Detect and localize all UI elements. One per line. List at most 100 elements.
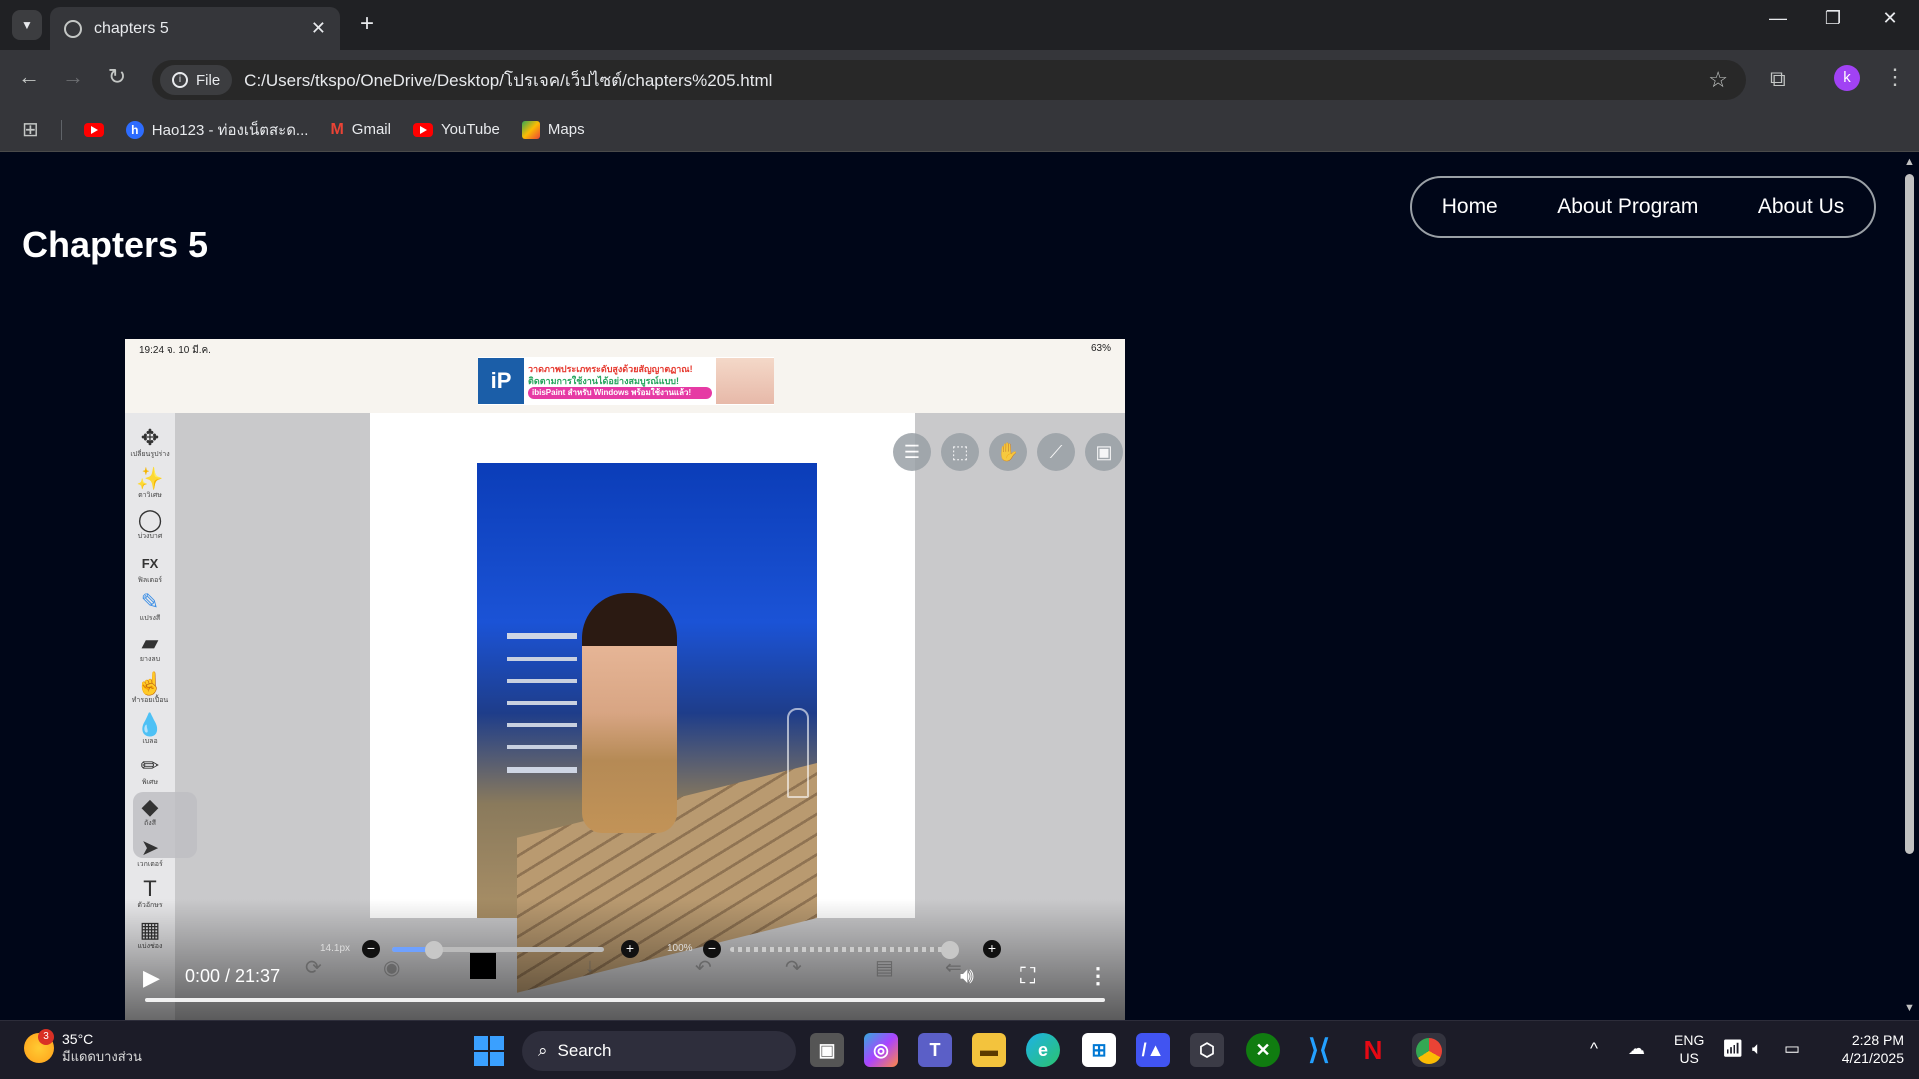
opacity-slider [730, 941, 959, 959]
language-indicator[interactable]: ENG US [1674, 1031, 1704, 1067]
youtube-icon[interactable] [83, 122, 104, 137]
file-explorer-icon[interactable]: ▬ [972, 1033, 1006, 1067]
undo-icon: ↶ [695, 957, 712, 979]
play-button[interactable]: ▶ [143, 965, 160, 991]
taskbar-search[interactable]: ⌕ Search [522, 1031, 796, 1071]
opacity-plus-icon: + [983, 940, 1001, 958]
nav-home-link[interactable]: Home [1442, 195, 1498, 219]
restore-button[interactable]: ❐ [1813, 8, 1853, 29]
bookmark-maps[interactable]: Maps [521, 120, 585, 139]
chevron-down-icon: ▼ [21, 18, 33, 32]
vscode-icon[interactable]: ⟩⟨ [1302, 1033, 1336, 1067]
volume-icon[interactable]: 🔊︎ [960, 963, 974, 989]
ad-banner: iP วาดภาพประเภทระดับสูงด้วยสัญญาตฏาณ! ติ… [478, 357, 774, 405]
clock-date: 4/21/2025 [1841, 1050, 1904, 1066]
brush-size-minus-icon: − [362, 940, 380, 958]
tool-label: เวกเตอร์ [137, 861, 163, 868]
bookmark-hao123[interactable]: h Hao123 - ท่องเน็ตสะด... [125, 118, 309, 142]
bookmark-star-icon[interactable]: ☆ [1708, 67, 1728, 93]
tool-fill: ◆ ถังสี [125, 794, 175, 832]
task-view-icon[interactable]: ▣ [810, 1033, 844, 1067]
brush-settings-icon: ⟳ [305, 957, 322, 979]
ad-character-image [716, 358, 774, 404]
copilot-icon[interactable]: ◎ [864, 1033, 898, 1067]
search-label: Search [557, 1041, 612, 1060]
netflix-icon[interactable]: N [1356, 1033, 1390, 1067]
weather-description: มีแดดบางส่วน [62, 1049, 142, 1064]
browser-menu-icon[interactable]: ⋮ [1884, 64, 1906, 90]
video-progress-bar[interactable] [145, 998, 1105, 1002]
new-tab-button[interactable]: + [352, 10, 382, 38]
tab-title: chapters 5 [94, 19, 169, 37]
store-icon[interactable]: ⊞ [1082, 1033, 1116, 1067]
bookmark-youtube[interactable]: YouTube [412, 121, 500, 138]
temperature: 35°C [62, 1031, 94, 1047]
canvas-overlay-buttons: ☰ ⬚ ✋ ⟋ ▣ [893, 433, 1123, 471]
bookmark-label: YouTube [440, 121, 500, 138]
reload-icon[interactable]: ↻ [102, 64, 132, 90]
profile-avatar[interactable]: k [1834, 65, 1860, 91]
canvas-photo [477, 463, 817, 993]
show-hidden-icons[interactable]: ^ [1590, 1039, 1598, 1059]
scrollbar-thumb[interactable] [1905, 174, 1914, 854]
onedrive-icon[interactable]: ☁ [1628, 1039, 1645, 1059]
tool-cursor: ➤ เวกเตอร์ [125, 835, 175, 873]
bookmark-gmail[interactable]: M Gmail [330, 121, 391, 139]
clock[interactable]: 2:28 PM 4/21/2025 [1824, 1031, 1904, 1067]
download-icon: ↓ [585, 955, 595, 977]
tool-label: พิเศษ [141, 779, 159, 786]
fullscreen-icon[interactable]: ⛶ [1020, 963, 1035, 989]
bookmark-label: Hao123 - ท่องเน็ตสะด... [151, 121, 309, 139]
apps-grid-icon[interactable]: ⊞ [22, 117, 39, 142]
browser-chrome: ▼ chapters 5 ✕ + — ❐ ✕ ← → ↻ i File C:/Us… [0, 0, 1919, 152]
chrome-icon[interactable] [1412, 1033, 1446, 1067]
wine-glass [787, 708, 809, 798]
extensions-icon[interactable]: ⧉ [1770, 66, 1786, 92]
app-cube-icon[interactable]: ⬡ [1190, 1033, 1224, 1067]
layers-icon: ▤ [875, 957, 894, 979]
ipad-time: 19:24 จ. 10 มี.ค. [139, 345, 211, 356]
address-bar[interactable]: i File C:/Users/tkspo/OneDrive/Desktop/โป… [152, 60, 1746, 100]
weather-widget[interactable]: 3 35°C มีแดดบางส่วน [24, 1029, 142, 1065]
battery-icon[interactable]: ▭ [1784, 1039, 1800, 1059]
ipad-battery: 63% [1090, 343, 1111, 354]
tool-label: บ่วงบาศ [137, 533, 163, 540]
nav-about-program-link[interactable]: About Program [1557, 195, 1698, 219]
windows-start-icon[interactable] [474, 1036, 504, 1066]
ibispaint-logo: iP [478, 358, 524, 404]
tool-magic-wand: ✨ ตาวิเศษ [125, 466, 175, 504]
wifi-icon[interactable]: 📶︎ [1722, 1039, 1744, 1059]
app-icon[interactable]: /▲ [1136, 1033, 1170, 1067]
browser-tab[interactable]: chapters 5 ✕ [50, 7, 340, 50]
tab-search-button[interactable]: ▼ [12, 10, 42, 40]
video-player[interactable]: 19:24 จ. 10 มี.ค. 63% iP วาดภาพประเภทระด… [125, 339, 1125, 1020]
url-text[interactable]: C:/Users/tkspo/OneDrive/Desktop/โปรเจค/เ… [244, 67, 1708, 94]
tool-eraser: ▰ ยางลบ [125, 630, 175, 668]
close-tab-icon[interactable]: ✕ [311, 18, 326, 39]
tool-special-pen: ✏ พิเศษ [125, 753, 175, 791]
nav-about-us-link[interactable]: About Us [1758, 195, 1844, 219]
speaker-icon[interactable]: 🔈︎ [1752, 1039, 1762, 1059]
teams-icon[interactable]: T [918, 1033, 952, 1067]
close-window-button[interactable]: ✕ [1870, 8, 1910, 29]
scroll-down-icon[interactable]: ▼ [1904, 1002, 1915, 1014]
weather-badge: 3 [38, 1029, 54, 1045]
scroll-up-icon[interactable]: ▲ [1904, 156, 1915, 168]
edge-icon[interactable]: e [1026, 1033, 1060, 1067]
tool-brush: ✎ แปรงสี [125, 589, 175, 627]
lang-bottom: US [1679, 1050, 1699, 1066]
tool-label: ฟิลเตอร์ [137, 577, 163, 584]
forward-icon[interactable]: → [58, 64, 88, 90]
xbox-icon[interactable]: ✕ [1246, 1033, 1280, 1067]
globe-icon [64, 19, 82, 38]
video-more-icon[interactable]: ⋮ [1087, 963, 1109, 989]
back-icon[interactable]: ← [14, 64, 44, 90]
page-scrollbar[interactable]: ▲ ▼ [1900, 152, 1919, 1020]
maps-icon [521, 120, 540, 139]
move-icon: ✥ [140, 425, 160, 450]
ad-text: วาดภาพประเภทระดับสูงด้วยสัญญาตฏาณ! ติดตา… [528, 363, 712, 399]
opacity-minus-icon: − [703, 940, 721, 958]
ad-line-2: ติดตามการใช้งานได้อย่างสมบูรณ์แบบ! [528, 376, 680, 386]
site-info-chip[interactable]: i File [160, 65, 233, 95]
minimize-button[interactable]: — [1758, 8, 1798, 29]
